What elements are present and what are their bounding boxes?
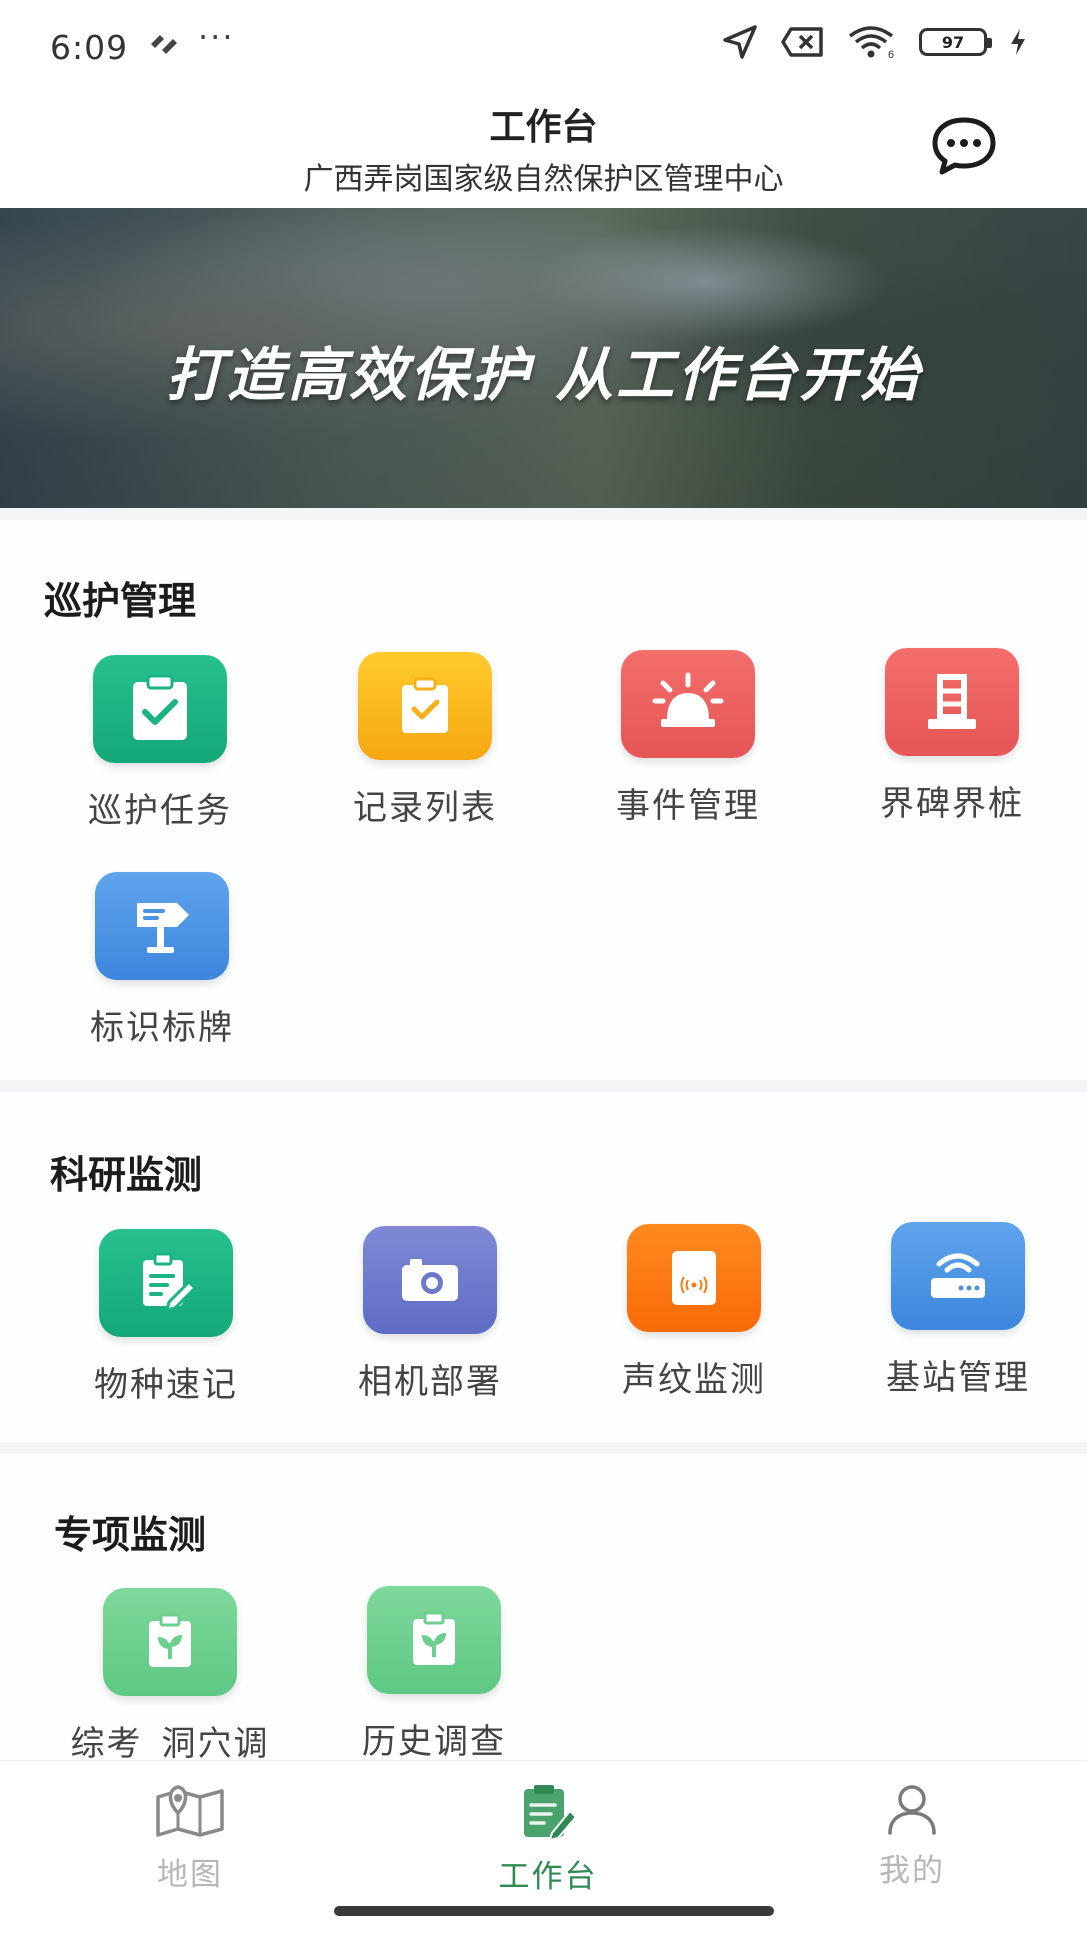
plant-survey-icon bbox=[103, 1588, 237, 1696]
page-title: 工作台 bbox=[489, 107, 598, 148]
wifi-icon: 6 bbox=[848, 26, 894, 60]
tile-label: 标识标牌 bbox=[90, 1008, 234, 1048]
no-sim-icon bbox=[781, 27, 823, 57]
tile-label: 综考_洞穴调 bbox=[70, 1724, 270, 1760]
status-more-dots: ··· bbox=[198, 18, 235, 56]
clipboard-check-icon bbox=[93, 655, 227, 763]
location-icon bbox=[723, 25, 757, 59]
section-divider bbox=[0, 1080, 1087, 1092]
section-special-monitoring: 专项监测 综考_洞穴调 历史调查 bbox=[0, 1454, 1087, 1760]
router-icon bbox=[891, 1222, 1025, 1330]
section-patrol-management: 巡护管理 巡护任务 记录列表 事件管理 界碑界桩 标识标牌 bbox=[0, 520, 1087, 1080]
tile-voiceprint-monitor[interactable]: 声纹监测 bbox=[594, 1224, 794, 1401]
tile-label: 巡护任务 bbox=[88, 791, 232, 831]
svg-text:6: 6 bbox=[888, 49, 894, 60]
note-edit-icon bbox=[99, 1229, 233, 1337]
charging-icon bbox=[1011, 29, 1025, 55]
tile-boundary-marker[interactable]: 界碑界桩 bbox=[852, 648, 1052, 825]
tile-label: 历史调查 bbox=[362, 1722, 506, 1760]
sound-sensor-icon bbox=[627, 1224, 761, 1332]
section-title: 专项监测 bbox=[54, 1513, 207, 1557]
tile-label: 基站管理 bbox=[886, 1358, 1030, 1398]
tile-label: 事件管理 bbox=[616, 786, 760, 826]
clipboard-list-icon bbox=[358, 652, 492, 760]
tile-patrol-task[interactable]: 巡护任务 bbox=[60, 655, 260, 832]
camera-icon bbox=[363, 1226, 497, 1334]
tile-camera-deploy[interactable]: 相机部署 bbox=[330, 1226, 530, 1403]
section-title: 科研监测 bbox=[50, 1153, 203, 1197]
nav-map[interactable]: 地图 bbox=[90, 1783, 290, 1894]
tile-label: 记录列表 bbox=[353, 788, 497, 828]
tile-cave-survey[interactable]: 综考_洞穴调 bbox=[70, 1588, 270, 1760]
section-research-monitoring: 科研监测 物种速记 相机部署 声纹监测 基站管理 bbox=[0, 1092, 1087, 1442]
nav-label: 地图 bbox=[157, 1857, 223, 1893]
user-icon bbox=[888, 1785, 936, 1835]
tile-label: 界碑界桩 bbox=[880, 784, 1024, 824]
section-title: 巡护管理 bbox=[44, 579, 197, 623]
organization-name: 广西弄岗国家级自然保护区管理中心 bbox=[303, 162, 784, 197]
boundary-marker-icon bbox=[885, 648, 1019, 756]
tile-event-management[interactable]: 事件管理 bbox=[588, 650, 788, 827]
plant-survey-icon bbox=[367, 1586, 501, 1694]
banner-slogan: 打造高效保护 从工作台开始 bbox=[165, 341, 922, 409]
tile-base-station[interactable]: 基站管理 bbox=[858, 1222, 1058, 1399]
section-divider bbox=[0, 508, 1087, 520]
nav-mine[interactable]: 我的 bbox=[812, 1783, 1012, 1890]
app-notification-icon bbox=[151, 35, 177, 54]
status-bar: 6:09 ··· 6 97 bbox=[0, 0, 1087, 92]
home-indicator[interactable] bbox=[334, 1906, 774, 1916]
tile-history-survey[interactable]: 历史调查 bbox=[334, 1586, 534, 1760]
tile-label: 相机部署 bbox=[358, 1362, 502, 1402]
alarm-light-icon bbox=[621, 650, 755, 758]
tile-label: 物种速记 bbox=[94, 1365, 238, 1405]
nav-label: 我的 bbox=[879, 1853, 945, 1889]
map-icon bbox=[156, 1785, 224, 1837]
nav-label: 工作台 bbox=[498, 1859, 598, 1895]
tile-record-list[interactable]: 记录列表 bbox=[325, 652, 525, 829]
app-header: 工作台 广西弄岗国家级自然保护区管理中心 bbox=[0, 92, 1087, 206]
status-time: 6:09 bbox=[50, 28, 129, 67]
banner-image[interactable]: 打造高效保护 从工作台开始 bbox=[0, 208, 1087, 508]
tile-species-note[interactable]: 物种速记 bbox=[66, 1229, 266, 1406]
signpost-icon bbox=[95, 872, 229, 980]
tile-signpost[interactable]: 标识标牌 bbox=[62, 872, 262, 1049]
section-divider bbox=[0, 1442, 1087, 1454]
battery-level: 97 bbox=[941, 32, 965, 52]
nav-workbench[interactable]: 工作台 bbox=[448, 1783, 648, 1896]
workbench-icon bbox=[524, 1785, 578, 1842]
battery-indicator: 97 bbox=[919, 28, 992, 56]
message-icon[interactable] bbox=[931, 116, 997, 176]
tile-label: 声纹监测 bbox=[622, 1360, 766, 1400]
